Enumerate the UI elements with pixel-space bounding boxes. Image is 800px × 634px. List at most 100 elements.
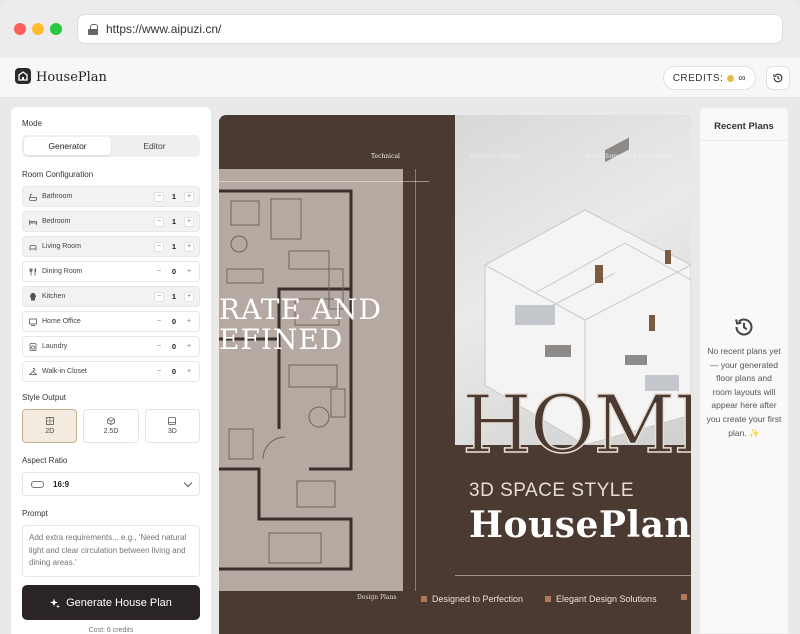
style-option-2-5d[interactable]: 2.5D [83,409,139,443]
generate-house-plan-button[interactable]: Generate House Plan [22,585,200,620]
increment-button[interactable]: + [184,317,194,327]
generate-button-label: Generate House Plan [66,596,172,609]
house-logo-icon[interactable] [15,68,31,84]
credits-badge: CREDITS: ∞ [662,66,756,90]
room-count: 0 [171,267,177,276]
style-option-3d[interactable]: 3D [144,409,200,443]
tab-generator[interactable]: Generator [24,137,111,155]
footer-feature: Designed to Perfection [421,594,523,604]
room-name: Dining Room [42,268,83,275]
increment-button[interactable]: + [184,367,194,377]
bed-icon [28,217,37,226]
increment-button[interactable]: + [184,191,194,202]
room-count: 1 [171,292,177,301]
bullet-square-icon [421,596,427,602]
preview-top-label: Excellent Design [469,153,521,160]
decrement-button[interactable]: − [154,317,164,327]
ratio-rect-icon [31,480,44,488]
increment-button[interactable]: + [184,342,194,352]
room-row-bathroom[interactable]: Bathroom −1 + [22,186,200,207]
history-icon [773,73,783,83]
chevron-down-icon [183,478,193,487]
room-row-living-room[interactable]: Living Room −1 + [22,236,200,257]
mode-switch: Generator Editor [22,135,200,157]
divider-line [700,140,788,141]
quantity-stepper: −1 + [154,241,194,252]
increment-button[interactable]: + [184,291,194,302]
decrement-button[interactable]: − [154,241,164,252]
decrement-button[interactable]: − [154,216,164,227]
lock-icon [88,23,98,35]
footer-feature [681,594,687,600]
washer-icon [28,342,37,351]
room-name: Walk-in Closet [42,368,87,375]
footer-feature-text: Elegant Design Solutions [556,594,657,604]
prompt-input[interactable] [22,525,200,577]
decrement-button[interactable]: − [154,342,164,352]
decrement-button[interactable]: − [154,191,164,202]
bullet-square-icon [545,596,551,602]
room-row-kitchen[interactable]: Kitchen −1 + [22,286,200,307]
desk-icon [28,317,37,326]
room-name: Bathroom [42,193,73,200]
quantity-stepper: −0 + [154,267,194,277]
footer-feature-text: Designed to Perfection [432,594,524,604]
room-name: Laundry [42,343,68,350]
quantity-stepper: −0 + [154,367,194,377]
room-row-dining-room[interactable]: Dining Room −0 + [22,261,200,282]
preview-image: RATE AND EFINED Technical Excellent Desi… [219,115,691,634]
increment-button[interactable]: + [184,241,194,252]
room-row-walk-in-closet[interactable]: Walk-in Closet −0 + [22,361,200,382]
quantity-stepper: −0 + [154,317,194,327]
bathtub-icon [28,192,37,201]
room-name: Bedroom [42,218,71,225]
sparkle-icon [50,598,61,608]
cutlery-icon [28,267,37,276]
aspect-ratio-select[interactable]: 16:9 [22,472,200,496]
preview-top-label: Technical [371,153,400,160]
address-bar[interactable]: https://www.aipuzi.cn/ [78,15,782,43]
maximize-window-button[interactable] [50,23,62,35]
footer-feature: Elegant Design Solutions [545,594,657,604]
overlay-text-line1: RATE AND [219,293,382,326]
tab-editor[interactable]: Editor [111,137,198,155]
coin-icon [727,74,735,82]
quantity-stepper: −1 + [154,216,194,227]
style-option-label: 3D [167,428,177,435]
cost-text: Cost: 6 credits [88,627,134,634]
image-icon [168,417,177,425]
history-button[interactable] [766,66,790,90]
grid-icon [45,417,54,425]
preview-top-label: Build Home with Enthusiastic [585,153,676,160]
style-output-options: 2D 2.5D 3D [22,409,200,443]
increment-button[interactable]: + [184,267,194,277]
cube-icon [107,417,115,425]
room-row-laundry[interactable]: Laundry −0 + [22,336,200,357]
credits-value: ∞ [738,72,746,84]
brand-name[interactable]: HousePlan [36,70,107,85]
room-row-home-office[interactable]: Home Office −0 + [22,311,200,332]
decrement-button[interactable]: − [154,367,164,377]
mode-label: Mode [22,119,43,128]
style-output-label: Style Output [22,393,67,402]
room-row-bedroom[interactable]: Bedroom −1 + [22,211,200,232]
style-option-label: 2D [45,428,55,435]
divider-line [415,169,416,591]
credits-label: CREDITS: [672,72,724,84]
preview-subtitle: 3D SPACE STYLE [469,480,635,501]
quantity-stepper: −1 + [154,191,194,202]
room-count: 1 [171,217,177,226]
room-count: 0 [171,342,177,351]
hanger-icon [28,367,37,376]
decrement-button[interactable]: − [154,291,164,302]
room-count: 0 [171,367,177,376]
aspect-ratio-value: 16:9 [53,479,70,489]
decrement-button[interactable]: − [154,267,164,277]
style-option-2d[interactable]: 2D [22,409,78,443]
recent-plans-title: Recent Plans [714,121,774,132]
increment-button[interactable]: + [184,216,194,227]
close-window-button[interactable] [14,23,26,35]
minimize-window-button[interactable] [32,23,44,35]
overlay-text-line2: EFINED [219,323,344,356]
url-text: https://www.aipuzi.cn/ [106,22,222,36]
